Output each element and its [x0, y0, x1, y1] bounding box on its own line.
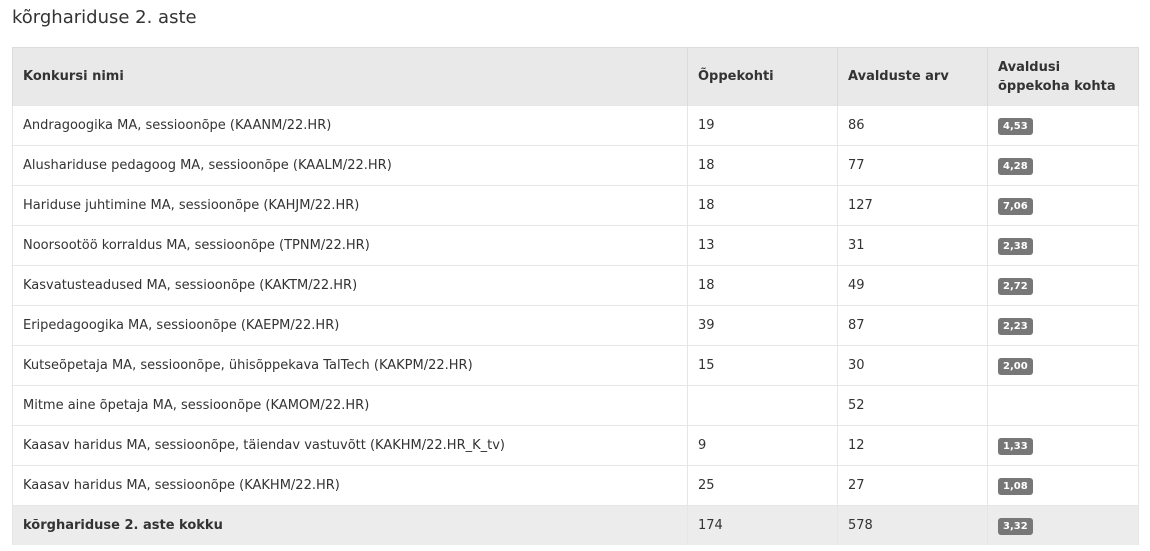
table-row: Kaasav haridus MA, sessioonõpe (KAKHM/22…	[12, 465, 1139, 506]
cell-applications-per-place: 1,08	[987, 465, 1139, 506]
cell-applications-per-place: 2,38	[987, 225, 1139, 266]
cell-study-places: 18	[687, 145, 838, 186]
table-row: Noorsootöö korraldus MA, sessioonõpe (TP…	[12, 225, 1139, 266]
table-header-row: Konkursi nimi Õppekohti Avalduste arv Av…	[12, 47, 1139, 106]
cell-competition-name: Noorsootöö korraldus MA, sessioonõpe (TP…	[12, 225, 688, 266]
cell-competition-name: Eripedagoogika MA, sessioonõpe (KAEPM/22…	[12, 305, 688, 346]
table-row: Kaasav haridus MA, sessioonõpe, täiendav…	[12, 425, 1139, 466]
ratio-badge: 2,23	[998, 318, 1033, 335]
cell-applications-per-place: 1,33	[987, 425, 1139, 466]
page-title: kõrghariduse 2. aste	[12, 7, 197, 28]
header-applications-count: Avalduste arv	[837, 47, 988, 106]
cell-competition-name: Kutseõpetaja MA, sessioonõpe, ühisõppeka…	[12, 345, 688, 386]
header-competition-name: Konkursi nimi	[12, 47, 688, 106]
table-row: Andragoogika MA, sessioonõpe (KAANM/22.H…	[12, 105, 1139, 146]
ratio-badge: 2,72	[998, 278, 1033, 295]
cell-study-places: 19	[687, 105, 838, 146]
cell-applications-count: 12	[837, 425, 988, 466]
cell-study-places: 9	[687, 425, 838, 466]
ratio-badge: 4,28	[998, 158, 1033, 175]
ratio-badge: 3,32	[998, 518, 1033, 535]
ratio-badge: 2,38	[998, 238, 1033, 255]
cell-applications-count: 49	[837, 265, 988, 306]
cell-applications-per-place: 2,72	[987, 265, 1139, 306]
cell-applications-count: 578	[837, 505, 988, 545]
table-row: Alushariduse pedagoog MA, sessioonõpe (K…	[12, 145, 1139, 186]
cell-applications-per-place: 2,00	[987, 345, 1139, 386]
cell-competition-name: kõrghariduse 2. aste kokku	[12, 505, 688, 545]
cell-competition-name: Hariduse juhtimine MA, sessioonõpe (KAHJ…	[12, 185, 688, 226]
cell-applications-count: 87	[837, 305, 988, 346]
ratio-badge: 1,08	[998, 478, 1033, 495]
header-study-places: Õppekohti	[687, 47, 838, 106]
cell-applications-per-place: 2,23	[987, 305, 1139, 346]
cell-applications-count: 30	[837, 345, 988, 386]
cell-study-places: 18	[687, 185, 838, 226]
competition-table: Konkursi nimi Õppekohti Avalduste arv Av…	[12, 47, 1139, 545]
table-row: Kasvatusteadused MA, sessioonõpe (KAKTM/…	[12, 265, 1139, 306]
cell-competition-name: Kaasav haridus MA, sessioonõpe, täiendav…	[12, 425, 688, 466]
cell-applications-per-place: 3,32	[987, 505, 1139, 545]
cell-study-places: 174	[687, 505, 838, 545]
cell-study-places: 13	[687, 225, 838, 266]
ratio-badge: 7,06	[998, 198, 1033, 215]
cell-applications-count: 77	[837, 145, 988, 186]
cell-competition-name: Mitme aine õpetaja MA, sessioonõpe (KAMO…	[12, 385, 688, 426]
ratio-badge: 2,00	[998, 358, 1033, 375]
cell-study-places	[687, 385, 838, 426]
cell-applications-count: 86	[837, 105, 988, 146]
cell-competition-name: Kasvatusteadused MA, sessioonõpe (KAKTM/…	[12, 265, 688, 306]
cell-applications-per-place	[987, 385, 1139, 426]
cell-applications-per-place: 4,53	[987, 105, 1139, 146]
cell-study-places: 18	[687, 265, 838, 306]
table-total-row: kõrghariduse 2. aste kokku 174 578 3,32	[12, 505, 1139, 545]
cell-study-places: 25	[687, 465, 838, 506]
cell-study-places: 15	[687, 345, 838, 386]
header-applications-per-place: Avaldusi õppekoha kohta	[987, 47, 1139, 106]
cell-applications-count: 127	[837, 185, 988, 226]
cell-competition-name: Kaasav haridus MA, sessioonõpe (KAKHM/22…	[12, 465, 688, 506]
table-row: Kutseõpetaja MA, sessioonõpe, ühisõppeka…	[12, 345, 1139, 386]
cell-applications-count: 27	[837, 465, 988, 506]
competition-table-container: Konkursi nimi Õppekohti Avalduste arv Av…	[12, 47, 1139, 545]
cell-applications-count: 31	[837, 225, 988, 266]
cell-applications-per-place: 7,06	[987, 185, 1139, 226]
table-row: Eripedagoogika MA, sessioonõpe (KAEPM/22…	[12, 305, 1139, 346]
table-row: Mitme aine õpetaja MA, sessioonõpe (KAMO…	[12, 385, 1139, 426]
cell-applications-count: 52	[837, 385, 988, 426]
cell-study-places: 39	[687, 305, 838, 346]
cell-competition-name: Andragoogika MA, sessioonõpe (KAANM/22.H…	[12, 105, 688, 146]
table-row: Hariduse juhtimine MA, sessioonõpe (KAHJ…	[12, 185, 1139, 226]
cell-competition-name: Alushariduse pedagoog MA, sessioonõpe (K…	[12, 145, 688, 186]
ratio-badge: 1,33	[998, 438, 1033, 455]
ratio-badge: 4,53	[998, 118, 1033, 135]
cell-applications-per-place: 4,28	[987, 145, 1139, 186]
